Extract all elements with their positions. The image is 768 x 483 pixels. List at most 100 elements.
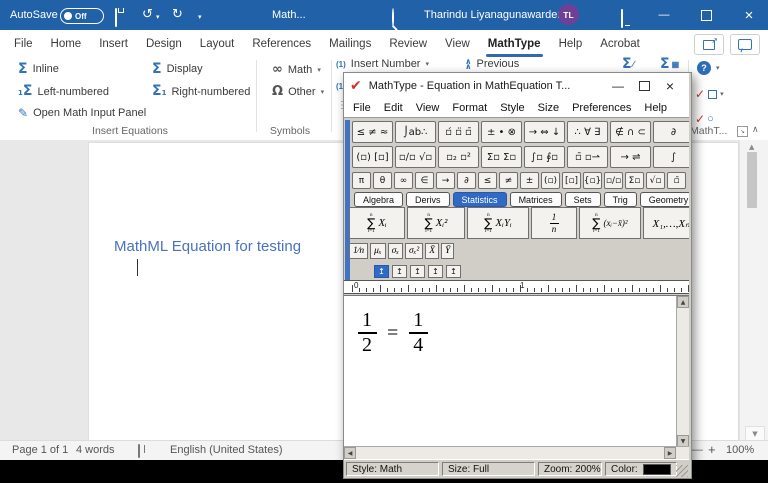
ruler[interactable]: 0 1 bbox=[344, 280, 689, 294]
size-indicator[interactable]: Size: Full bbox=[442, 462, 535, 476]
align-decimal-tab-button[interactable]: ↥ bbox=[446, 265, 461, 278]
previous-button[interactable]: ∧ ∧ Previous bbox=[465, 58, 519, 71]
mathtype-circle-button[interactable]: ✓ ○ bbox=[695, 112, 714, 126]
symbol-partial[interactable]: ∂ bbox=[457, 172, 476, 189]
menu-size[interactable]: Size bbox=[538, 102, 559, 114]
document-scrollbar[interactable]: ▲ ▼ bbox=[739, 140, 768, 440]
template-parens[interactable]: (▫) bbox=[541, 172, 560, 189]
template-sum-xi[interactable]: n ∑ i=1 Xᵢ bbox=[349, 207, 405, 239]
right-numbered-button[interactable]: Σ1 Right-numbered bbox=[152, 84, 250, 100]
style-indicator[interactable]: Style: Math bbox=[346, 462, 439, 476]
dialog-launcher-icon[interactable]: ↘ bbox=[737, 126, 748, 137]
scroll-up-button[interactable]: ▲ bbox=[677, 296, 689, 308]
template-sigma-x-squared[interactable]: σₓ² bbox=[404, 243, 424, 259]
share-button[interactable]: ↗ bbox=[694, 34, 724, 55]
align-equal-tab-button[interactable]: ↥ bbox=[428, 265, 443, 278]
comments-button[interactable] bbox=[730, 34, 760, 55]
equation-vertical-scrollbar[interactable]: ▲ ▼ bbox=[676, 296, 689, 447]
palette-set-theory[interactable]: ∉ ∩ ⊂ bbox=[610, 121, 651, 143]
left-numbered-button[interactable]: 1Σ Left-numbered bbox=[18, 84, 109, 100]
menu-edit[interactable]: Edit bbox=[384, 102, 403, 114]
palette-logic[interactable]: ∴ ∀ ∃ bbox=[567, 121, 608, 143]
tab-review[interactable]: Review bbox=[389, 38, 427, 50]
palette-overbars[interactable]: ▫̄ ▫⇀ bbox=[567, 146, 608, 168]
zoom-out-button[interactable]: — bbox=[692, 444, 703, 456]
mathtype-maximize-button[interactable] bbox=[631, 81, 657, 91]
document-heading[interactable]: MathML Equation for testing bbox=[114, 238, 301, 255]
palette-fractions-radicals[interactable]: ▫∕▫ √▫ bbox=[395, 146, 436, 168]
close-button[interactable]: × bbox=[733, 0, 765, 30]
template-sigma-x[interactable]: σₓ bbox=[387, 243, 403, 259]
align-center-tab-button[interactable]: ↥ bbox=[392, 265, 407, 278]
symbol-neq[interactable]: ≠ bbox=[499, 172, 518, 189]
menu-help[interactable]: Help bbox=[644, 102, 667, 114]
symbol-infinity[interactable]: ∞ bbox=[394, 172, 413, 189]
proofing-icon[interactable] bbox=[138, 444, 145, 458]
palette-products[interactable]: ∫ bbox=[653, 146, 689, 168]
template-one-over-n[interactable]: 1n bbox=[531, 207, 577, 239]
tab-matrices[interactable]: Matrices bbox=[509, 192, 562, 207]
template-radical[interactable]: √▫ bbox=[646, 172, 665, 189]
symbol-pi[interactable]: π bbox=[352, 172, 371, 189]
other-symbols-button[interactable]: Ω Other ▾ bbox=[272, 84, 324, 99]
palette-labeled-arrows[interactable]: → ⇌ bbox=[610, 146, 651, 168]
template-overbar[interactable]: ▫̄ bbox=[667, 172, 686, 189]
scroll-left-button[interactable]: ◀ bbox=[344, 447, 356, 459]
template-sum-deviations[interactable]: n ∑ i=1 (xᵢ−x̄)² bbox=[579, 207, 641, 239]
tab-file[interactable]: File bbox=[14, 38, 33, 50]
symbol-arrow[interactable]: → bbox=[436, 172, 455, 189]
menu-view[interactable]: View bbox=[416, 102, 440, 114]
ribbon-display-options-icon[interactable] bbox=[621, 9, 630, 28]
avatar[interactable]: TL bbox=[558, 4, 579, 25]
mathtype-check-button[interactable]: ✓ ▾ bbox=[695, 87, 724, 101]
zoom-level[interactable]: 100% bbox=[726, 444, 754, 456]
save-icon[interactable] bbox=[115, 8, 124, 27]
collapse-ribbon-icon[interactable]: ∧ bbox=[752, 125, 759, 135]
search-icon[interactable] bbox=[392, 8, 398, 30]
word-count[interactable]: 4 words bbox=[76, 444, 115, 456]
palette-fences[interactable]: (▫) [▫] bbox=[352, 146, 393, 168]
display-equation-button[interactable]: Σ Display bbox=[152, 62, 203, 76]
template-sum-xiyi[interactable]: n ∑ i=1 XᵢYᵢ bbox=[467, 207, 529, 239]
zoom-in-button[interactable]: + bbox=[708, 442, 716, 457]
format-equations-button[interactable]: Σ ▦ bbox=[660, 57, 679, 71]
resize-grip[interactable] bbox=[676, 465, 688, 477]
zoom-indicator[interactable]: Zoom: 200% bbox=[538, 462, 602, 476]
palette-operators[interactable]: ± • ⊗ bbox=[481, 121, 522, 143]
tab-references[interactable]: References bbox=[252, 38, 311, 50]
mathtype-minimize-button[interactable]: — bbox=[605, 79, 631, 93]
symbol-element-of[interactable]: ∈ bbox=[415, 172, 434, 189]
tab-statistics[interactable]: Statistics bbox=[452, 192, 507, 207]
equation-editing-area[interactable]: 1 2 = 1 4 ▲ ▼ bbox=[344, 295, 689, 447]
menu-format[interactable]: Format bbox=[452, 102, 487, 114]
symbol-leq[interactable]: ≤ bbox=[478, 172, 497, 189]
scroll-right-button[interactable]: ▶ bbox=[664, 447, 676, 459]
template-brackets[interactable]: [▫] bbox=[562, 172, 581, 189]
tab-design[interactable]: Design bbox=[146, 38, 182, 50]
open-math-input-panel-button[interactable]: ✎ Open Math Input Panel bbox=[18, 106, 146, 120]
palette-misc[interactable]: ∂ bbox=[653, 121, 689, 143]
template-mu-x[interactable]: μₓ bbox=[370, 243, 386, 259]
template-braces[interactable]: {▫} bbox=[583, 172, 602, 189]
toolbar-handle[interactable] bbox=[345, 120, 350, 292]
tab-derivs[interactable]: Derivs bbox=[406, 192, 450, 207]
tab-algebra[interactable]: Algebra bbox=[354, 192, 404, 207]
scrollbar-down-button[interactable]: ▼ bbox=[745, 426, 765, 440]
menu-file[interactable]: File bbox=[353, 102, 371, 114]
template-small-one-over-n[interactable]: 1∕n bbox=[349, 243, 369, 259]
tab-mailings[interactable]: Mailings bbox=[329, 38, 371, 50]
palette-embellishments[interactable]: ▫́ ▫̈ ▫̄ bbox=[438, 121, 479, 143]
tab-mathtype[interactable]: MathType bbox=[485, 38, 543, 57]
equation-horizontal-scrollbar[interactable]: ◀ ▶ bbox=[344, 446, 689, 459]
undo-icon[interactable]: ↺ bbox=[142, 8, 153, 21]
mathtype-titlebar[interactable]: ✔ MathType - Equation in MathEquation T.… bbox=[344, 73, 689, 99]
tab-help[interactable]: Help bbox=[559, 38, 583, 50]
math-symbols-button[interactable]: ∞ Math ▾ bbox=[272, 62, 321, 77]
language-indicator[interactable]: English (United States) bbox=[170, 444, 283, 456]
template-x-bar[interactable]: X̄ bbox=[425, 243, 439, 259]
qat-customize-icon[interactable]: ▾ bbox=[198, 13, 202, 21]
redo-icon[interactable]: ↻ bbox=[172, 8, 183, 21]
undo-chevron-icon[interactable]: ▾ bbox=[156, 13, 160, 21]
tab-sets[interactable]: Sets bbox=[564, 192, 601, 207]
tab-layout[interactable]: Layout bbox=[200, 38, 235, 50]
